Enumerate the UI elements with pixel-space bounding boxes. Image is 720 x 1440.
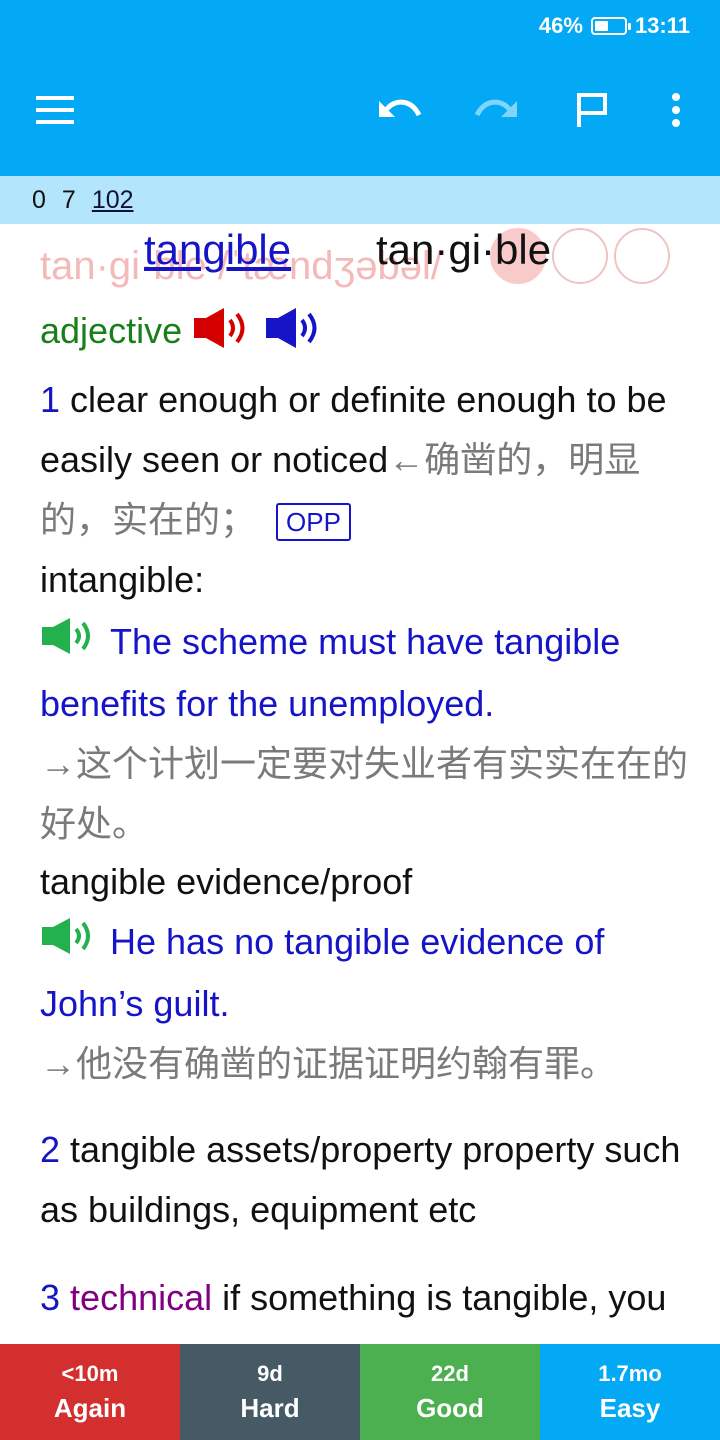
- sense-1: 1 clear enough or definite enough to be …: [40, 370, 690, 610]
- part-of-speech: adjective: [40, 309, 183, 351]
- answer-buttons: <10m Again 9d Hard 22d Good 1.7mo Easy: [0, 1344, 720, 1440]
- opposite-word: intangible:: [40, 559, 205, 600]
- speaker-green-icon[interactable]: [40, 614, 100, 674]
- sense-3: 3 technical if something is tangible, yo…: [40, 1268, 690, 1344]
- interval-label: 22d: [431, 1360, 469, 1386]
- ease-label: Easy: [599, 1392, 661, 1423]
- redo-icon[interactable]: [472, 84, 520, 136]
- battery-icon: [590, 17, 631, 35]
- status-bar: 46% 13:11: [539, 10, 690, 42]
- speaker-green-icon[interactable]: [40, 914, 100, 974]
- sense-number: 1: [40, 379, 61, 420]
- opp-badge[interactable]: OPP: [276, 503, 351, 542]
- example-1: The scheme must have tangible benefits f…: [40, 612, 690, 854]
- circle-icon: [552, 228, 608, 284]
- card-counts: 0 7 102: [0, 176, 720, 224]
- ease-label: Good: [416, 1392, 484, 1423]
- clock: 13:11: [634, 13, 690, 38]
- interval-label: <10m: [61, 1360, 119, 1386]
- ease-label: Again: [53, 1392, 127, 1423]
- undo-icon[interactable]: [376, 84, 424, 136]
- collocation-block: tangible evidence/proof He has no tangib…: [40, 852, 690, 1094]
- easy-button[interactable]: 1.7mo Easy: [540, 1344, 720, 1440]
- good-button[interactable]: 22d Good: [360, 1344, 540, 1440]
- example-sentence: The scheme must have tangible benefits f…: [40, 621, 621, 725]
- interval-label: 9d: [257, 1360, 283, 1386]
- app-bar: 46% 13:11: [0, 0, 720, 176]
- battery-percent: 46%: [538, 13, 583, 38]
- new-count: 0: [32, 185, 46, 214]
- sense-number: 3: [40, 1277, 61, 1318]
- review-count: 102: [91, 185, 134, 214]
- syllables: tan·gi·ble: [376, 226, 552, 273]
- hard-button[interactable]: 9d Hard: [180, 1344, 360, 1440]
- flag-icon[interactable]: [568, 84, 616, 136]
- menu-icon[interactable]: [32, 84, 80, 136]
- ease-label: Hard: [240, 1392, 300, 1423]
- example-sentence: He has no tangible evidence of John’s gu…: [40, 921, 605, 1025]
- sense-definition: tangible assets/property property such a…: [40, 1129, 681, 1230]
- again-button[interactable]: <10m Again: [0, 1344, 180, 1440]
- circle-icon: [614, 228, 670, 284]
- example-translation: →他没有确凿的证据证明约翰有罪。: [40, 1043, 617, 1085]
- more-vert-icon[interactable]: [652, 84, 700, 136]
- card-content: tan·gi·ble /ˈtændʒəbəl/ tangible tan·gi·…: [0, 224, 720, 1344]
- learning-count: 7: [61, 185, 76, 214]
- speaker-blue-icon[interactable]: [264, 306, 326, 355]
- register-label: technical: [70, 1277, 213, 1318]
- example-translation: →这个计划一定要对失业者有实实在在的好处。: [40, 743, 689, 845]
- collocation: tangible evidence/proof: [40, 861, 413, 902]
- pos-row: adjective: [40, 306, 326, 355]
- interval-label: 1.7mo: [598, 1360, 662, 1386]
- sense-number: 2: [40, 1129, 61, 1170]
- sense-2: 2 tangible assets/property property such…: [40, 1120, 690, 1240]
- speaker-red-icon[interactable]: [192, 306, 254, 355]
- headword[interactable]: tangible: [144, 226, 291, 274]
